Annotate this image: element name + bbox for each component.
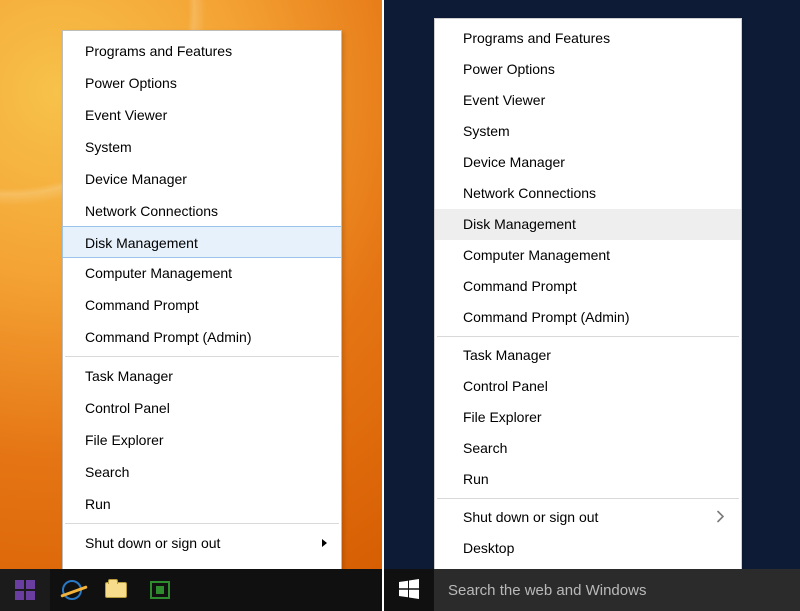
start-button[interactable] [0,569,50,611]
menu-item-task-manager[interactable]: Task Manager [435,340,741,371]
menu-item-command-prompt-admin[interactable]: Command Prompt (Admin) [63,321,341,353]
menu-item-command-prompt[interactable]: Command Prompt [435,271,741,302]
menu-item-shutdown-signout[interactable]: Shut down or sign out [63,527,341,559]
menu-item-programs-and-features[interactable]: Programs and Features [435,23,741,54]
menu-separator [437,498,739,499]
menu-item-event-viewer[interactable]: Event Viewer [435,85,741,116]
menu-item-desktop[interactable]: Desktop [435,533,741,564]
menu-item-control-panel[interactable]: Control Panel [435,371,741,402]
menu-item-device-manager[interactable]: Device Manager [435,147,741,178]
store-icon [150,581,170,599]
menu-item-computer-management[interactable]: Computer Management [435,240,741,271]
menu-item-label: Shut down or sign out [463,509,598,525]
menu-item-programs-and-features[interactable]: Programs and Features [63,35,341,67]
menu-separator [65,523,339,524]
menu-item-shutdown-signout[interactable]: Shut down or sign out [435,502,741,533]
win81-desktop: Programs and Features Power Options Even… [0,0,384,611]
menu-item-file-explorer[interactable]: File Explorer [435,402,741,433]
submenu-arrow-icon [322,539,327,547]
menu-item-computer-management[interactable]: Computer Management [63,257,341,289]
internet-explorer-icon [62,580,82,600]
menu-item-network-connections[interactable]: Network Connections [63,195,341,227]
taskbar-file-explorer-button[interactable] [94,569,138,611]
menu-item-event-viewer[interactable]: Event Viewer [63,99,341,131]
winx-menu[interactable]: Programs and Features Power Options Even… [62,30,342,598]
winx-menu[interactable]: Programs and Features Power Options Even… [434,18,742,571]
start-button[interactable] [384,569,434,611]
menu-item-command-prompt[interactable]: Command Prompt [63,289,341,321]
submenu-arrow-icon [717,502,725,533]
folder-icon [105,582,127,598]
menu-item-label: Shut down or sign out [85,535,220,551]
taskbar-search-box[interactable]: Search the web and Windows [434,569,800,611]
menu-item-control-panel[interactable]: Control Panel [63,392,341,424]
menu-item-system[interactable]: System [435,116,741,147]
menu-item-disk-management[interactable]: Disk Management [435,209,741,240]
menu-item-network-connections[interactable]: Network Connections [435,178,741,209]
menu-item-power-options[interactable]: Power Options [435,54,741,85]
taskbar-store-button[interactable] [138,569,182,611]
menu-item-search[interactable]: Search [435,433,741,464]
win10-desktop: Programs and Features Power Options Even… [384,0,800,611]
taskbar[interactable]: Search the web and Windows [384,569,800,611]
menu-item-device-manager[interactable]: Device Manager [63,163,341,195]
menu-item-search[interactable]: Search [63,456,341,488]
menu-item-disk-management[interactable]: Disk Management [62,226,342,258]
menu-separator [65,356,339,357]
menu-item-run[interactable]: Run [435,464,741,495]
windows-logo-icon [399,579,419,602]
menu-separator [437,336,739,337]
menu-item-run[interactable]: Run [63,488,341,520]
search-placeholder: Search the web and Windows [448,582,646,599]
taskbar[interactable] [0,569,382,611]
menu-item-task-manager[interactable]: Task Manager [63,360,341,392]
menu-item-power-options[interactable]: Power Options [63,67,341,99]
menu-item-system[interactable]: System [63,131,341,163]
windows-logo-icon [15,580,35,600]
menu-item-command-prompt-admin[interactable]: Command Prompt (Admin) [435,302,741,333]
taskbar-ie-button[interactable] [50,569,94,611]
menu-item-file-explorer[interactable]: File Explorer [63,424,341,456]
